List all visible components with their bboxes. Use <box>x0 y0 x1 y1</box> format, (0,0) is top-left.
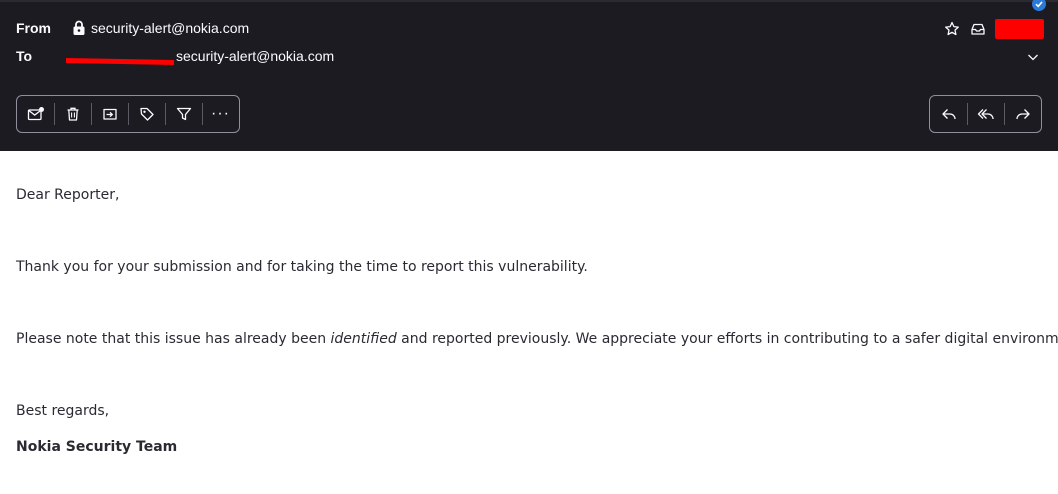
reply-icon <box>941 109 956 120</box>
star-icon[interactable] <box>943 20 961 38</box>
reply-all-button[interactable] <box>967 96 1004 132</box>
delete-button[interactable] <box>54 96 91 132</box>
note-text-start: Please note that this issue has already … <box>16 331 331 347</box>
from-address[interactable]: security-alert@nokia.com <box>91 20 249 36</box>
reply-all-icon <box>977 109 994 120</box>
tag-button[interactable] <box>128 96 165 132</box>
message-toolbar: ··· <box>16 95 240 133</box>
thanks-text: Thank you for your submission and for ta… <box>16 259 588 275</box>
reply-toolbar <box>929 95 1042 133</box>
signature-text: Nokia Security Team <box>16 439 178 455</box>
lock-icon <box>73 20 85 35</box>
note-emphasis: identified <box>330 331 397 347</box>
filter-icon <box>176 107 191 121</box>
note-text-end: and reported previously. We appreciate y… <box>396 331 1058 347</box>
closing-text: Best regards, <box>16 403 110 419</box>
more-actions-button[interactable]: ··· <box>202 96 239 132</box>
forward-icon <box>1015 109 1030 120</box>
from-row: From security-alert@nokia.com <box>16 20 249 36</box>
move-to-folder-icon <box>102 108 117 120</box>
verified-badge-icon <box>1032 0 1046 11</box>
note-text: Please note that this issue has already … <box>16 330 1058 348</box>
trash-icon <box>67 107 78 121</box>
chevron-down-icon[interactable] <box>1026 50 1040 64</box>
move-button[interactable] <box>91 96 128 132</box>
header-actions <box>943 19 1044 39</box>
redacted-avatar <box>995 19 1044 39</box>
archive-icon[interactable] <box>969 20 987 38</box>
tag-icon <box>139 107 154 121</box>
forward-button[interactable] <box>1004 96 1041 132</box>
message-header: From security-alert@nokia.com To securit… <box>0 0 1058 151</box>
filter-button[interactable] <box>165 96 202 132</box>
to-address[interactable]: security-alert@nokia.com <box>176 48 334 64</box>
mail-unread-icon <box>27 107 44 121</box>
reply-button[interactable] <box>930 96 967 132</box>
from-label: From <box>16 20 51 36</box>
to-row: To security-alert@nokia.com <box>16 48 334 65</box>
mark-unread-button[interactable] <box>17 96 54 132</box>
greeting-text: Dear Reporter, <box>16 187 120 203</box>
redaction-bar <box>65 57 175 65</box>
